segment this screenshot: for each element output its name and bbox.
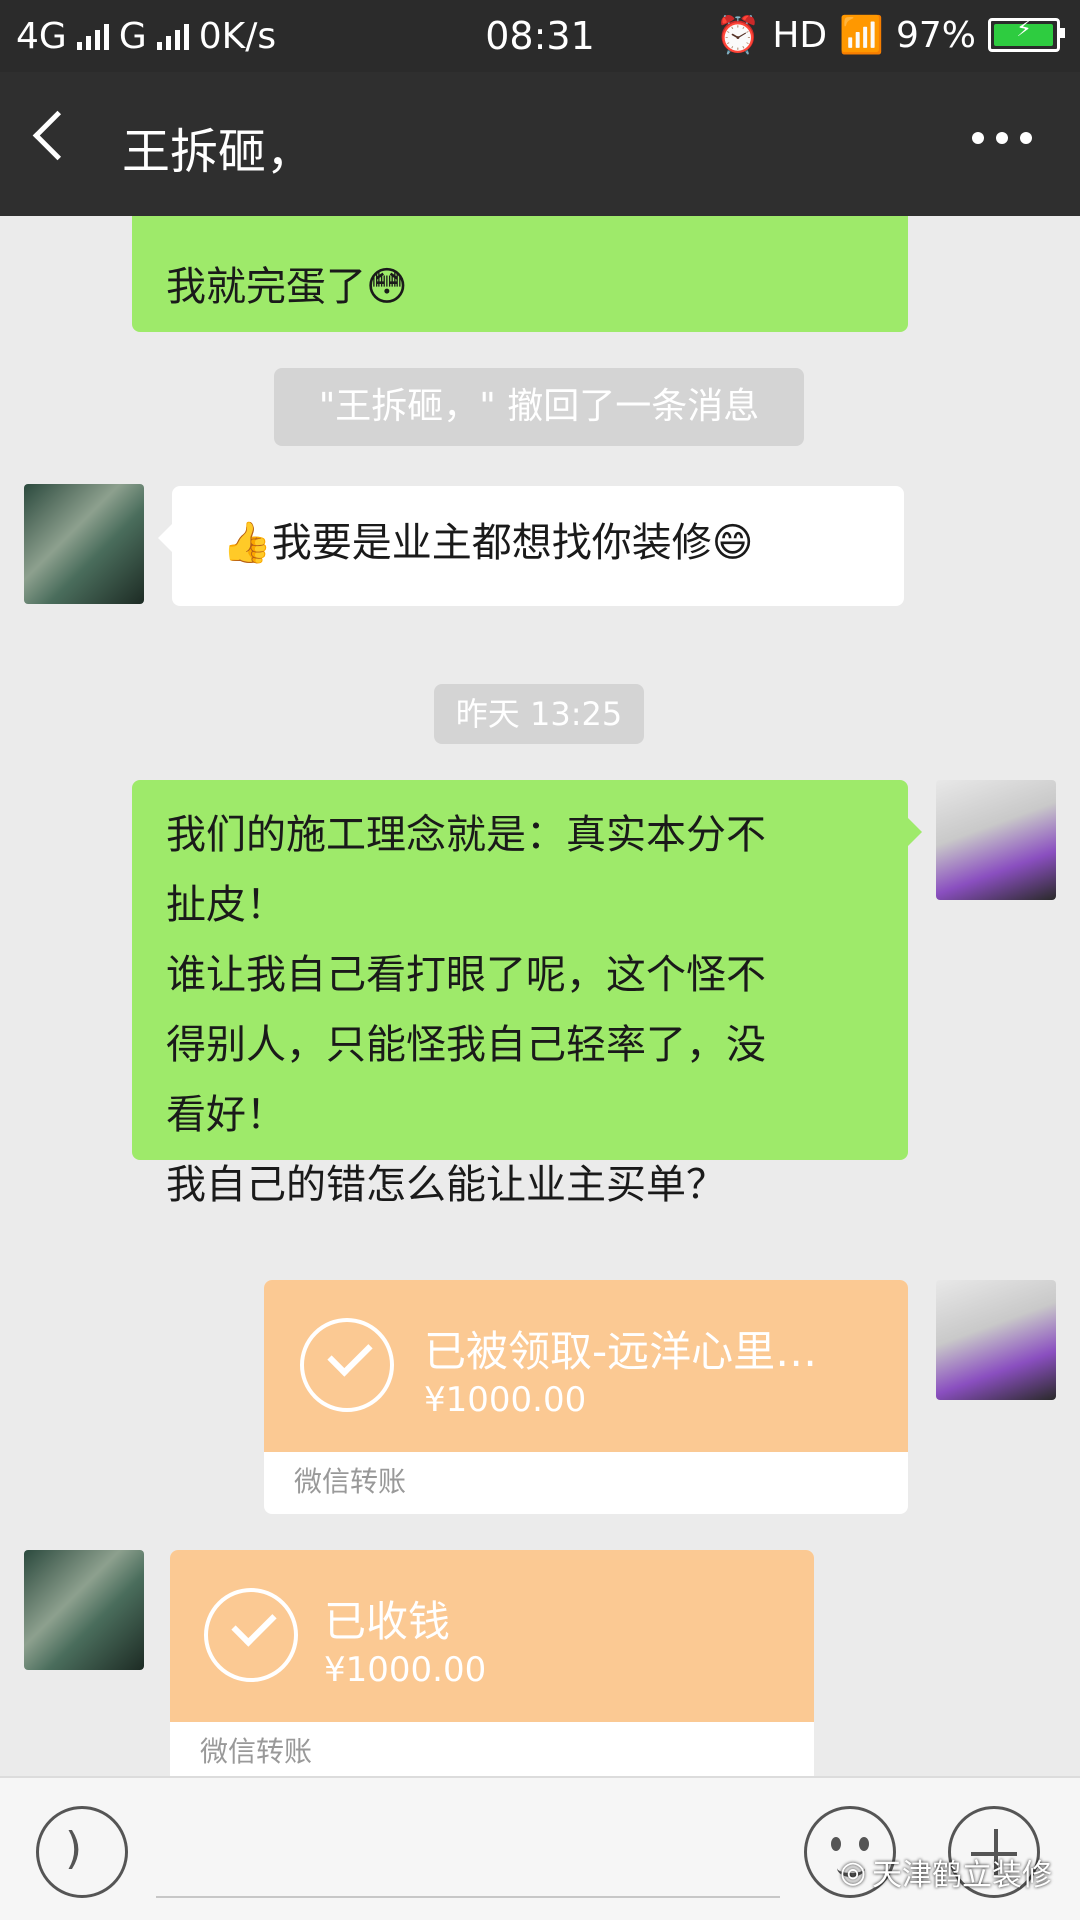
watermark: ◎ 天津鹤立装修 [840,1850,1052,1894]
more-icon[interactable] [972,132,1032,144]
input-bar: ) [0,1776,1080,1920]
message-bubble-sent[interactable]: 我们的施工理念就是：真实本分不 扯皮！ 谁让我自己看打眼了呢，这个怪不 得别人，… [132,780,922,1208]
transfer-footer: 微信转账 [294,1465,407,1498]
battery-icon: ⚡ [988,17,1065,52]
message-text: 👍我要是业主都想找你装修😄 [222,520,754,566]
check-circle-icon [204,1588,298,1682]
watermark-text: 天津鹤立装修 [872,1858,1052,1893]
message-line: 我们的施工理念就是：真实本分不 [166,812,766,858]
alarm-icon: ⏰ [715,15,761,56]
battery-percent: 97% [895,14,976,56]
transfer-title: 已被领取-远洋心里… [424,1327,818,1376]
chat-list[interactable]: 我就完蛋了😳 "王拆砸，" 撤回了一条消息 👍我要是业主都想找你装修😄 昨天 1… [0,216,1080,1776]
avatar-contact[interactable] [24,1550,144,1670]
message-line: 扯皮！ [166,882,286,928]
chat-header: 王拆砸， [0,72,1080,216]
wifi-icon: 📶 [839,15,884,56]
transfer-amount: ¥1000.00 [424,1380,587,1420]
hd-label: HD [772,14,828,56]
voice-icon[interactable]: ) [36,1806,128,1898]
transfer-card-sent[interactable]: 已被领取-远洋心里… ¥1000.00 微信转账 [264,1280,908,1514]
back-arrow-icon[interactable] [32,110,83,161]
watermark-logo-icon: ◎ [839,1854,866,1890]
transfer-title: 已收钱 [324,1597,451,1646]
avatar-self[interactable] [936,780,1056,900]
message-line: 看好！ [166,1092,286,1138]
chat-title: 王拆砸， [122,124,315,180]
avatar-self[interactable] [936,1280,1056,1400]
timestamp-label: 昨天 13:25 [434,684,644,744]
status-bar: 4G G 0K/s 08:31 ⏰ HD 📶 97% ⚡ [0,0,1080,72]
message-text: 我就完蛋了😳 [166,264,408,310]
message-line: 谁让我自己看打眼了呢，这个怪不 [166,952,766,998]
transfer-card-received[interactable]: 已收钱 ¥1000.00 微信转账 [170,1550,814,1776]
avatar-contact[interactable] [24,484,144,604]
message-line: 我自己的错怎么能让业主买单？ [166,1162,726,1208]
message-input[interactable] [156,1896,780,1898]
recall-notice: "王拆砸，" 撤回了一条消息 [274,368,804,446]
transfer-footer: 微信转账 [200,1735,313,1768]
message-line: 得别人，只能怪我自己轻率了，没 [166,1022,766,1068]
transfer-amount: ¥1000.00 [324,1650,487,1690]
check-circle-icon [300,1318,394,1412]
message-bubble-sent[interactable]: 我就完蛋了😳 [132,216,908,332]
message-bubble-received[interactable]: 👍我要是业主都想找你装修😄 [158,486,904,606]
